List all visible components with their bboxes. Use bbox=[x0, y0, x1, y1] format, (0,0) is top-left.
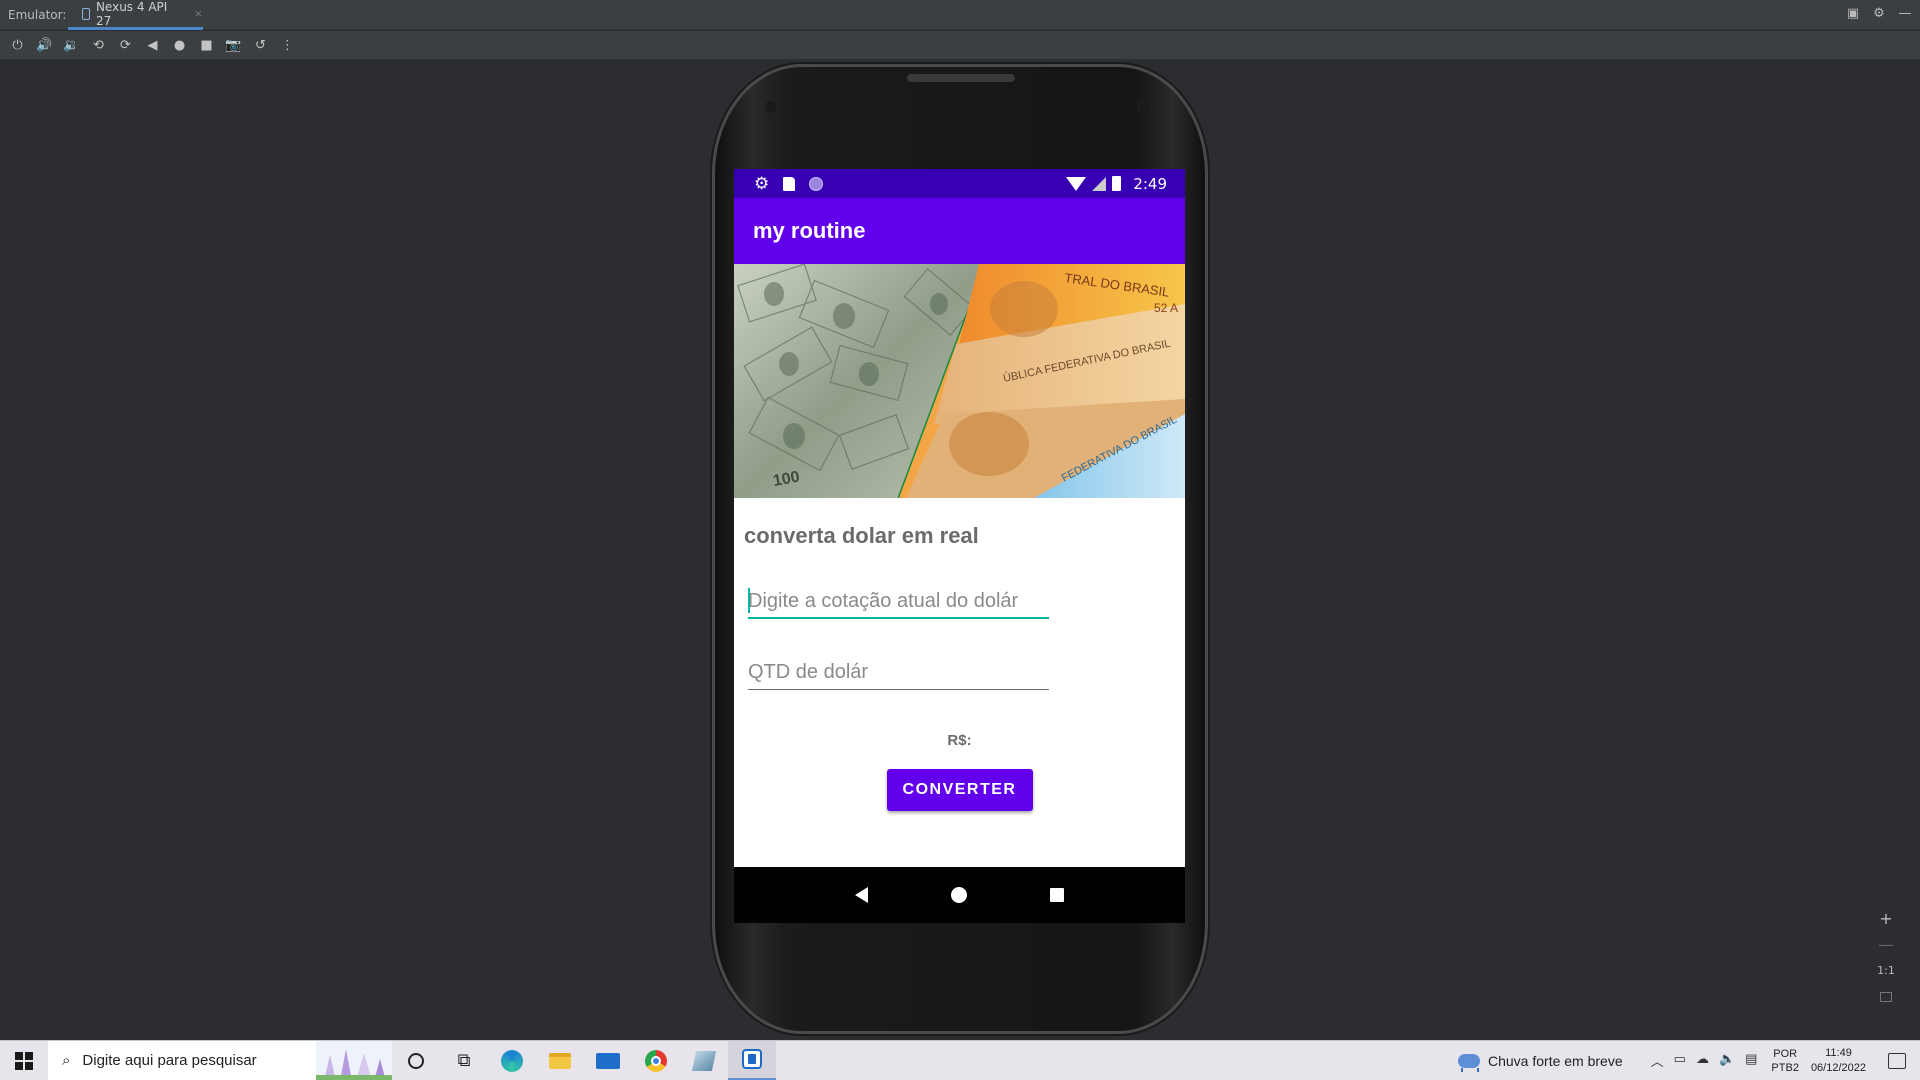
fit-screen-icon[interactable] bbox=[1880, 992, 1892, 1002]
currency-hero-image: 100 TRAL DO BRASIL 52 A ÚBLICA FEDERATIV… bbox=[734, 264, 1185, 498]
task-view-icon: ⧉ bbox=[457, 1050, 471, 1070]
language-code: POR bbox=[1773, 1047, 1798, 1060]
volume-down-icon[interactable]: 🔉 bbox=[62, 36, 81, 55]
search-highlight-image bbox=[316, 1040, 392, 1080]
rotate-left-icon[interactable]: ⟲ bbox=[89, 36, 108, 55]
gear-icon[interactable]: ⚙ bbox=[1872, 7, 1886, 21]
emulator-label: Emulator: bbox=[8, 7, 67, 22]
taskbar-clock[interactable]: 11:49 06/12/2022 bbox=[1811, 1046, 1866, 1076]
text-caret bbox=[748, 588, 750, 613]
convert-button[interactable]: CONVERTER bbox=[886, 769, 1033, 811]
converter-form: converta dolar em real R$: CONVERTER bbox=[734, 523, 1185, 811]
power-icon[interactable]: ⏻ bbox=[8, 36, 27, 55]
page-title: converta dolar em real bbox=[744, 523, 979, 548]
phone-screen: ⚙ 2:49 my routine 100 TRAL DO BRASIL 52 … bbox=[734, 169, 1185, 923]
rotate-right-icon[interactable]: ⟳ bbox=[116, 36, 135, 55]
notification-dot-icon bbox=[809, 176, 824, 191]
phone-speaker bbox=[907, 74, 1015, 82]
exchange-rate-input[interactable] bbox=[748, 577, 1049, 619]
zoom-in-button[interactable]: + bbox=[1879, 910, 1892, 928]
app-icon bbox=[691, 1050, 717, 1071]
chrome-icon bbox=[645, 1049, 667, 1072]
wifi-icon bbox=[1066, 176, 1087, 191]
edge-icon bbox=[501, 1049, 523, 1072]
input-underline bbox=[748, 616, 1049, 619]
zoom-controls: + — 1:1 bbox=[1875, 910, 1897, 1014]
back-icon[interactable]: ◀ bbox=[143, 36, 162, 55]
network-icon[interactable]: ▤ bbox=[1745, 1051, 1757, 1070]
cortana-button[interactable] bbox=[392, 1041, 440, 1080]
emulator-toolbar: ⏻ 🔊 🔉 ⟲ ⟳ ◀ ● ■ 📷 ↺ ⋮ bbox=[0, 31, 1920, 59]
sd-card-icon bbox=[783, 176, 796, 191]
screenshot-icon[interactable]: 📷 bbox=[224, 36, 243, 55]
rain-cloud-icon bbox=[1458, 1053, 1480, 1072]
weather-text: Chuva forte em breve bbox=[1488, 1052, 1623, 1069]
android-studio-icon bbox=[742, 1049, 762, 1069]
nav-home-icon[interactable] bbox=[950, 887, 967, 903]
search-icon: ⌕ bbox=[62, 1052, 71, 1069]
mail-icon bbox=[596, 1052, 620, 1069]
dollar-amount-field[interactable] bbox=[748, 648, 1049, 690]
keyboard-layout: PTB2 bbox=[1771, 1061, 1799, 1074]
android-nav-bar bbox=[734, 867, 1185, 923]
clock-time: 11:49 bbox=[1825, 1046, 1852, 1059]
overview-icon[interactable]: ■ bbox=[197, 36, 216, 55]
taskbar-edge[interactable] bbox=[488, 1041, 536, 1080]
windows-taskbar: ⌕ Digite aqui para pesquisar ⧉ Chuva for… bbox=[0, 1040, 1920, 1080]
search-placeholder: Digite aqui para pesquisar bbox=[82, 1052, 257, 1069]
system-tray: Chuva forte em breve ︿ ▭ ☁ 🔈 ▤ POR PTB2 … bbox=[1458, 1041, 1920, 1080]
signal-icon bbox=[1092, 176, 1107, 191]
status-time: 2:49 bbox=[1133, 174, 1167, 193]
window-controls: ▣ ⚙ — bbox=[1846, 7, 1912, 21]
ide-tab-bar: Emulator: Nexus 4 API 27 × ▣ ⚙ — bbox=[0, 0, 1920, 30]
layout-icon[interactable]: ▣ bbox=[1846, 7, 1860, 21]
zoom-out-button[interactable]: — bbox=[1878, 936, 1894, 954]
cortana-icon bbox=[408, 1052, 424, 1069]
weather-widget[interactable]: Chuva forte em breve bbox=[1458, 1052, 1623, 1072]
taskbar-chrome[interactable] bbox=[632, 1041, 680, 1080]
taskbar-android-studio[interactable] bbox=[728, 1040, 776, 1080]
tab-nexus-4-api-27[interactable]: Nexus 4 API 27 × bbox=[68, 0, 203, 30]
taskbar-mail[interactable] bbox=[584, 1041, 632, 1080]
exchange-rate-field[interactable] bbox=[748, 577, 1049, 619]
windows-icon bbox=[15, 1051, 33, 1070]
actual-size-button[interactable]: 1:1 bbox=[1877, 962, 1895, 980]
clock-date: 06/12/2022 bbox=[1810, 1061, 1866, 1074]
meet-icon[interactable]: ▭ bbox=[1674, 1051, 1686, 1070]
chevron-up-icon[interactable]: ︿ bbox=[1651, 1051, 1664, 1070]
status-bar: ⚙ 2:49 bbox=[734, 169, 1185, 198]
hero-real-text-4: 52 A bbox=[1154, 301, 1178, 315]
phone-sensor bbox=[764, 100, 778, 114]
dollar-amount-input[interactable] bbox=[748, 648, 1049, 690]
more-icon[interactable]: ⋮ bbox=[278, 36, 297, 55]
device-icon bbox=[82, 7, 90, 20]
taskbar-file-explorer[interactable] bbox=[536, 1041, 584, 1080]
volume-up-icon[interactable]: 🔊 bbox=[35, 36, 54, 55]
volume-icon[interactable]: 🔈 bbox=[1719, 1051, 1735, 1070]
snapshot-icon[interactable]: ↺ bbox=[251, 36, 270, 55]
task-view-button[interactable]: ⧉ bbox=[440, 1041, 488, 1080]
result-label: R$: bbox=[947, 732, 972, 749]
home-icon[interactable]: ● bbox=[170, 36, 189, 55]
input-language[interactable]: POR PTB2 bbox=[1771, 1047, 1799, 1075]
app-bar: my routine bbox=[734, 198, 1185, 264]
notification-center-icon[interactable] bbox=[1888, 1052, 1906, 1069]
minimize-icon[interactable]: — bbox=[1898, 7, 1912, 21]
onedrive-icon[interactable]: ☁ bbox=[1696, 1051, 1709, 1070]
phone-camera bbox=[1138, 100, 1152, 114]
tab-label: Nexus 4 API 27 bbox=[95, 0, 168, 28]
battery-icon bbox=[1112, 176, 1122, 191]
input-underline bbox=[748, 688, 1049, 690]
app-title: my routine bbox=[753, 218, 866, 243]
nav-recents-icon[interactable] bbox=[1049, 888, 1064, 902]
start-button[interactable] bbox=[0, 1041, 48, 1080]
taskbar-search[interactable]: ⌕ Digite aqui para pesquisar bbox=[48, 1040, 392, 1080]
close-icon[interactable]: × bbox=[194, 7, 203, 20]
folder-icon bbox=[549, 1052, 571, 1069]
taskbar-app[interactable] bbox=[680, 1041, 728, 1080]
nav-back-icon[interactable] bbox=[855, 887, 869, 903]
settings-icon: ⚙ bbox=[754, 173, 770, 194]
